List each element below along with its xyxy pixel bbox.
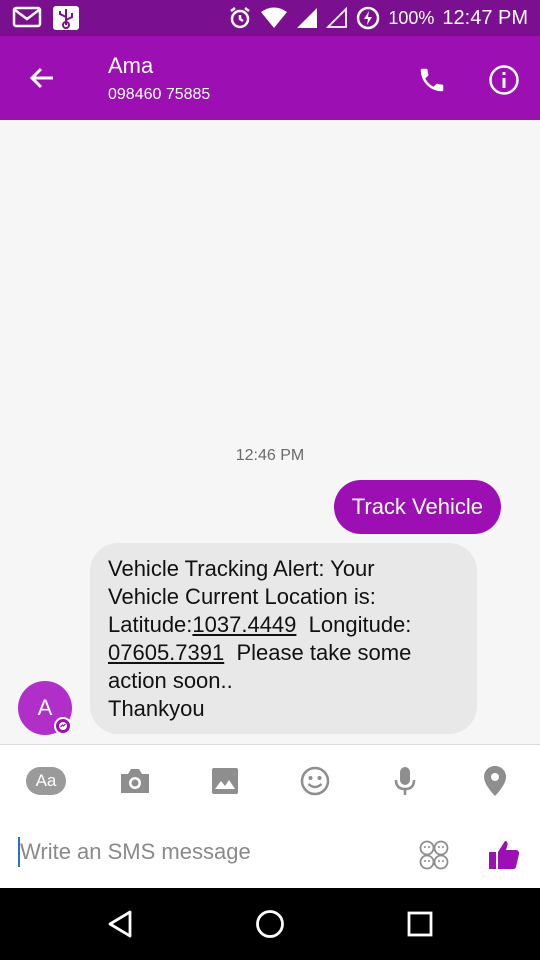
location-button[interactable] — [473, 763, 517, 799]
sent-message-bubble[interactable]: Track Vehicle — [333, 480, 501, 534]
latitude-label: Latitude: — [108, 612, 193, 637]
battery-saver-icon — [356, 6, 380, 30]
gallery-button[interactable] — [203, 763, 247, 799]
camera-icon — [121, 769, 149, 793]
nav-back-button[interactable] — [98, 904, 142, 944]
alarm-icon — [228, 6, 252, 30]
back-button[interactable] — [18, 58, 66, 98]
nav-back-icon — [108, 910, 132, 938]
avatar-letter: A — [37, 695, 53, 720]
location-pin-icon — [484, 766, 506, 796]
call-button[interactable] — [410, 58, 454, 102]
nav-recents-icon — [407, 911, 433, 937]
sms-input[interactable] — [20, 835, 400, 869]
wifi-icon — [260, 7, 288, 29]
nav-home-button[interactable] — [248, 904, 292, 944]
thumbs-up-icon — [489, 841, 520, 869]
emoji-button[interactable] — [293, 763, 337, 799]
image-icon — [212, 768, 238, 794]
camera-button[interactable] — [113, 763, 157, 799]
mail-icon — [12, 5, 42, 31]
info-button[interactable] — [482, 58, 526, 102]
messenger-badge-icon — [54, 717, 72, 735]
longitude-link[interactable]: 07605.7391 — [108, 640, 224, 665]
nav-recents-button[interactable] — [398, 904, 442, 944]
voice-button[interactable] — [383, 763, 427, 799]
text-format-button[interactable]: Aa — [24, 763, 68, 799]
signal-empty-icon — [326, 7, 348, 29]
message-text: Please take some — [236, 640, 412, 665]
message-line: Vehicle Tracking Alert: Your — [108, 556, 375, 581]
message-timestamp: 12:46 PM — [235, 447, 305, 464]
nav-home-icon — [256, 910, 284, 938]
microphone-icon — [394, 767, 416, 795]
app-bar: Ama 098460 75885 — [0, 36, 540, 120]
message-line: 07605.7391 Please take some — [108, 639, 459, 667]
battery-percent: 100% — [388, 7, 435, 28]
back-arrow-icon — [29, 67, 53, 89]
info-icon — [489, 65, 519, 95]
status-bar: 100% 12:47 PM — [0, 0, 540, 36]
message-line: Latitude:1037.4449 Longitude: — [108, 611, 459, 639]
phone-icon — [420, 68, 444, 92]
composer: Aa — [0, 744, 540, 888]
sent-message-text: Track Vehicle — [351, 494, 483, 519]
contact-number[interactable]: 098460 75885 — [108, 86, 210, 104]
conversation-area[interactable]: 12:46 PM Track Vehicle Vehicle Tracking … — [0, 120, 540, 744]
message-line: action soon.. — [108, 668, 233, 693]
clock: 12:47 PM — [442, 6, 528, 29]
text-format-icon: Aa — [26, 767, 66, 795]
message-line: Thankyou — [108, 696, 205, 721]
contact-name[interactable]: Ama — [108, 53, 153, 79]
like-button[interactable] — [482, 833, 526, 877]
signal-icon — [296, 7, 318, 29]
received-message-bubble[interactable]: Vehicle Tracking Alert: Your Vehicle Cur… — [90, 543, 477, 734]
navigation-bar — [0, 888, 540, 960]
message-line: Vehicle Current Location is: — [108, 584, 376, 609]
sticker-button[interactable] — [414, 835, 454, 875]
emoji-icon — [300, 766, 330, 796]
usb-icon — [52, 5, 80, 31]
latitude-link[interactable]: 1037.4449 — [192, 612, 296, 637]
longitude-label: Longitude: — [308, 612, 412, 637]
sticker-icon — [419, 840, 449, 870]
